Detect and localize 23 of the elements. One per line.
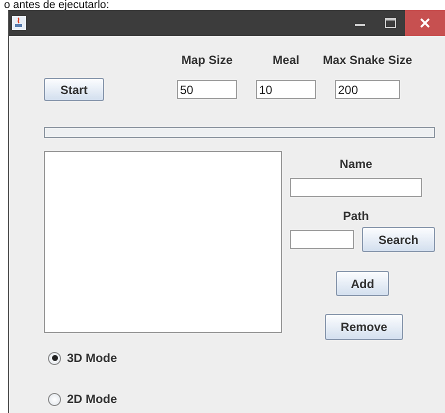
path-field[interactable] [290, 230, 354, 249]
setting-field[interactable]: 10 [256, 80, 316, 99]
java-cup-icon [12, 16, 26, 30]
setting-label: Meal [272, 52, 300, 69]
name-label: Name [340, 156, 372, 173]
search-button[interactable]: Search [362, 227, 435, 252]
start-button[interactable]: Start [44, 78, 104, 101]
add-button[interactable]: Add [336, 271, 389, 296]
close-button[interactable] [405, 10, 445, 36]
remove-button[interactable]: Remove [325, 314, 403, 340]
name-field[interactable] [290, 178, 422, 197]
radio-button[interactable] [48, 352, 61, 364]
mode-label: 3D Mode [67, 350, 118, 367]
setting-field[interactable]: 50 [177, 80, 237, 99]
setting-label: Map Size [181, 52, 233, 69]
caption-text: o antes de ejecutarlo: [3, 0, 110, 10]
close-icon [420, 18, 430, 28]
setting-field[interactable]: 200 [335, 80, 400, 99]
setting-label: Max Snake Size [322, 52, 412, 69]
radio-button[interactable] [48, 392, 61, 406]
maximize-icon [384, 18, 396, 28]
mode-label: 2D Mode [67, 391, 118, 408]
path-label: Path [342, 208, 369, 225]
